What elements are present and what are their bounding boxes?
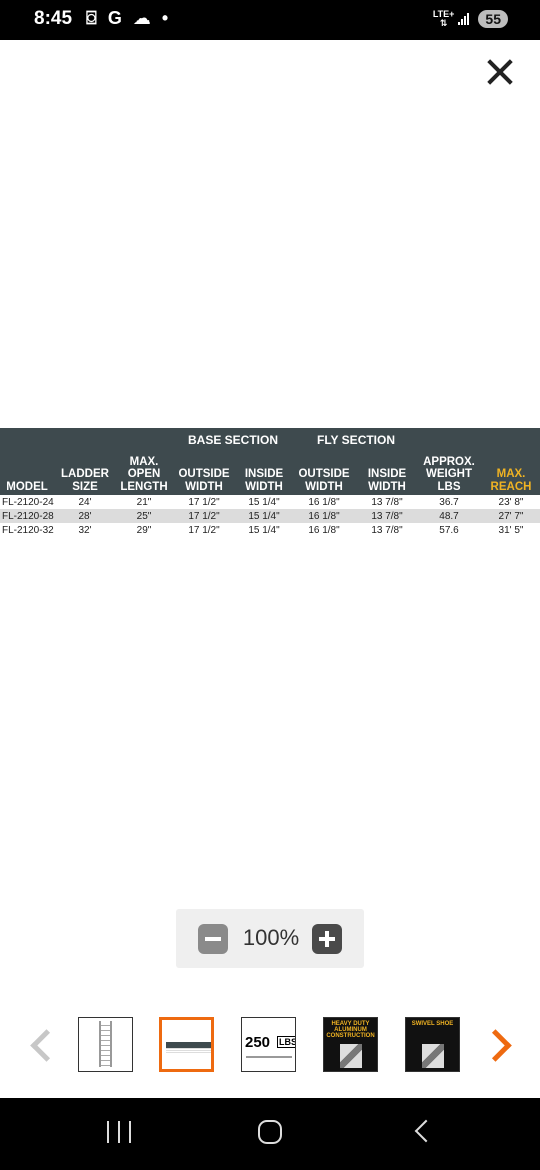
thumbnail-swivel-shoe[interactable]: SWIVEL SHOE (405, 1017, 460, 1072)
spec-table-image[interactable]: BASE SECTION FLY SECTION MODEL LADDER SIZ… (0, 428, 540, 537)
thumbnail-ladder[interactable] (78, 1017, 133, 1072)
cloud-icon: ☁ (132, 8, 151, 28)
table-cell: 16 1/8" (308, 525, 340, 536)
column-header: LADDER SIZE (61, 468, 109, 493)
table-cell: FL-2120-32 (2, 525, 54, 536)
zoom-control: 100% (176, 909, 364, 968)
close-icon[interactable] (484, 56, 516, 88)
table-cell: 13 7/8" (371, 497, 403, 508)
thumbnail-caption: SWIVEL SHOE (411, 1021, 454, 1027)
table-cell: FL-2120-28 (2, 511, 54, 522)
table-cell: 13 7/8" (371, 511, 403, 522)
weight-unit: LBS (277, 1036, 295, 1048)
table-row: FL-2120-24 24' 21" 17 1/2" 15 1/4" 16 1/8" 13 … (0, 495, 540, 509)
thumbnail-heavy-duty[interactable]: HEAVY DUTY ALUMINUM CONSTRUCTION (323, 1017, 378, 1072)
table-cell: 15 1/4" (248, 525, 280, 536)
table-row: FL-2120-28 28' 25" 17 1/2" 15 1/4" 16 1/8" 13 … (0, 509, 540, 523)
battery-indicator: 55 (478, 10, 508, 28)
home-icon[interactable] (258, 1120, 282, 1144)
system-indicators: LTE+ ⇅ 55 (433, 10, 508, 28)
table-cell: 32' (78, 525, 92, 536)
notification-icons: ⌼ G ☁ • (86, 8, 174, 29)
chevron-left-icon[interactable] (26, 1024, 56, 1064)
table-cell: 17 1/2" (188, 511, 220, 522)
column-header: APPROX. WEIGHT LBS (423, 455, 475, 493)
thumbnail-spec-table[interactable] (159, 1017, 214, 1072)
thumbnail-weight-capacity[interactable]: 250 LBS (241, 1017, 296, 1072)
table-cell: 13 7/8" (371, 525, 403, 536)
status-time: 8:45 (34, 8, 73, 29)
spec-table-header: BASE SECTION FLY SECTION MODEL LADDER SIZ… (0, 428, 540, 495)
google-icon: G (107, 8, 122, 28)
table-cell: 17 1/2" (188, 497, 220, 508)
weight-value: 250 (245, 1034, 271, 1051)
aluminum-rail-icon (340, 1044, 362, 1068)
column-header: MODEL (6, 480, 48, 493)
thumbnail-caption: HEAVY DUTY ALUMINUM CONSTRUCTION (326, 1021, 375, 1039)
table-cell: 16 1/8" (308, 497, 340, 508)
table-cell: 28' (78, 511, 92, 522)
column-header: OUTSIDE WIDTH (178, 468, 230, 493)
column-header: OUTSIDE WIDTH (298, 468, 350, 493)
column-header: MAX. REACH (490, 468, 532, 493)
column-header: MAX. OPEN LENGTH (120, 455, 168, 493)
column-header: INSIDE WIDTH (367, 468, 407, 493)
table-cell: 27' 7" (498, 511, 524, 522)
table-cell: 23' 8" (498, 497, 524, 508)
column-header: INSIDE WIDTH (244, 468, 284, 493)
base-section-label: BASE SECTION (188, 433, 279, 447)
table-cell: 16 1/8" (308, 511, 340, 522)
chevron-right-icon[interactable] (484, 1024, 514, 1064)
table-row: FL-2120-32 32' 29" 17 1/2" 15 1/4" 16 1/8" 13 … (0, 523, 540, 537)
zoom-out-button[interactable] (198, 924, 228, 954)
table-cell: 15 1/4" (248, 511, 280, 522)
dot-icon: • (161, 8, 169, 28)
table-cell: 17 1/2" (188, 525, 220, 536)
table-cell: 21" (136, 497, 152, 508)
fly-section-label: FLY SECTION (317, 433, 396, 447)
screenshot-icon: ⌼ (86, 8, 97, 28)
table-cell: 24' (78, 497, 92, 508)
table-cell: 31' 5" (498, 525, 524, 536)
zoom-in-button[interactable] (312, 924, 342, 954)
signal-icon (458, 13, 470, 25)
zoom-level: 100% (242, 925, 300, 950)
table-cell: 15 1/4" (248, 497, 280, 508)
navigation-bar (0, 1098, 540, 1170)
table-cell: 25" (136, 511, 152, 522)
ladder-icon (99, 1021, 112, 1067)
table-cell: 57.6 (439, 525, 459, 536)
status-bar: 8:45 ⌼ G ☁ • LTE+ ⇅ 55 (0, 0, 540, 40)
back-icon[interactable] (414, 1119, 438, 1143)
table-cell: 29" (136, 525, 152, 536)
table-cell: FL-2120-24 (2, 497, 54, 508)
network-type: LTE+ ⇅ (432, 9, 455, 28)
recents-icon[interactable] (107, 1121, 133, 1143)
table-cell: 36.7 (439, 497, 459, 508)
spec-table-body: FL-2120-24 24' 21" 17 1/2" 15 1/4" 16 1/8" 13 … (0, 495, 540, 537)
table-cell: 48.7 (439, 511, 459, 522)
swivel-shoe-icon (422, 1044, 444, 1068)
